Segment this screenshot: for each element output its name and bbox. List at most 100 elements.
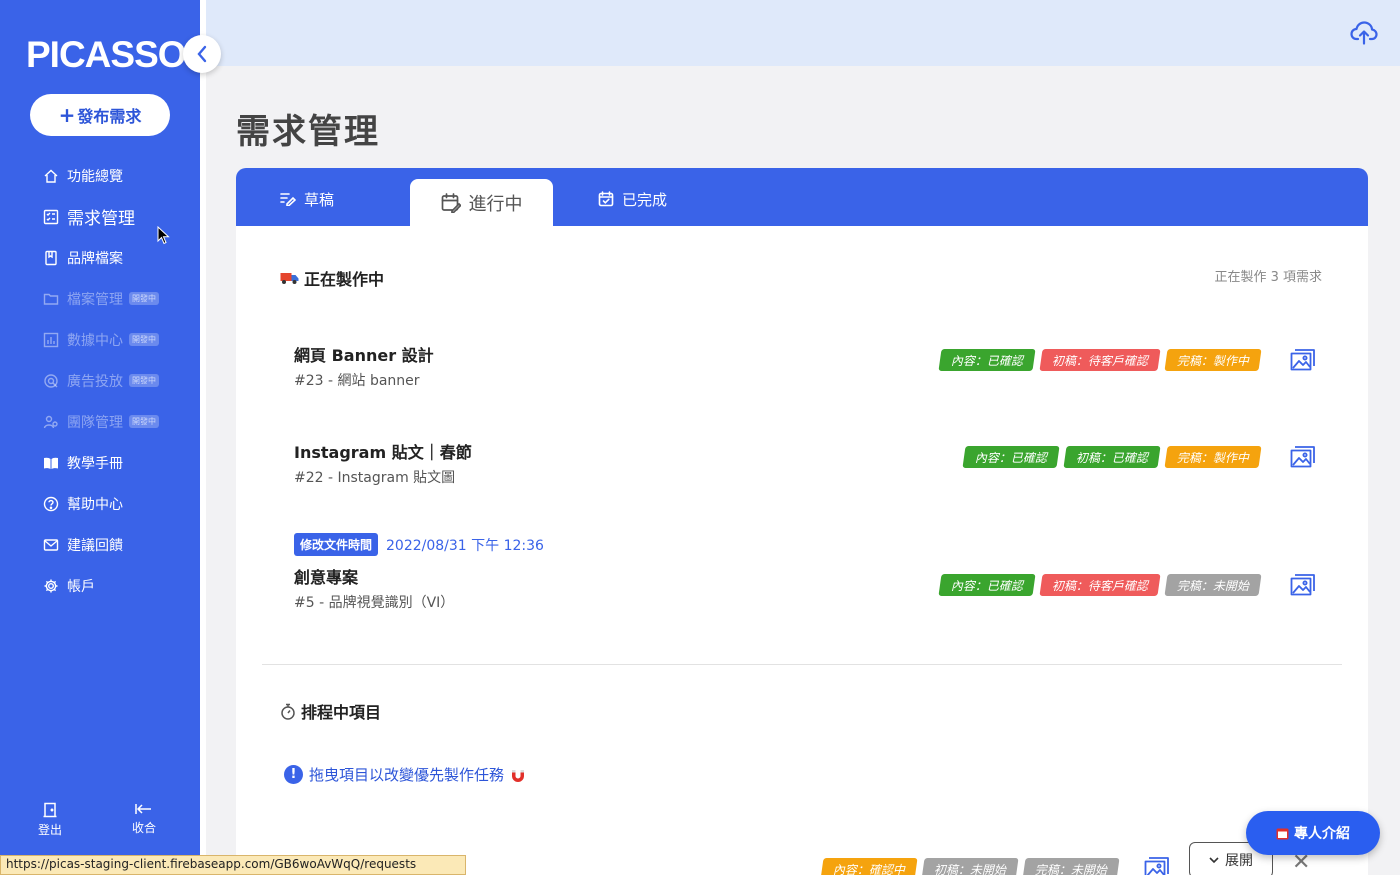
dev-badge: 開發中 [129,415,159,428]
cloud-upload-icon[interactable] [1350,20,1378,46]
checklist-icon [42,208,59,225]
collapse-sidebar-button[interactable]: 收合 [132,802,156,836]
dev-badge: 開發中 [129,292,159,305]
top-bar [206,0,1400,66]
sidebar-item-brand[interactable]: 品牌檔案 [0,237,200,278]
status-badge: 內容：已確認 [938,574,1036,596]
tab-in-progress[interactable]: 進行中 [410,179,553,226]
status-tags: 內容：已確認 初稿：待客戶確認 完稿：未開始 [938,574,1262,596]
section-title-text: 正在製作中 [304,270,385,289]
calendar-edit-icon [441,192,461,213]
status-badge: 完稿：製作中 [1164,349,1262,371]
sidebar-item-label: 團隊管理 [67,414,123,431]
sidebar-item-label: 帳戶 [67,578,95,595]
sidebar-item-data: 數據中心 開發中 [0,319,200,360]
chart-icon [42,331,59,348]
tab-bar: 草稿 進行中 已完成 [236,168,1368,226]
status-badge: 內容：已確認 [962,446,1060,468]
sidebar-nav: 功能總覽 需求管理 品牌檔案 檔案管理 開發中 數據中心 開發中 廣告投放 開發… [0,155,200,606]
publish-label: 發布需求 [77,107,142,126]
status-tags: 內容：已確認 初稿：待客戶確認 完稿：製作中 [938,349,1262,371]
sidebar-item-ads: 廣告投放 開發中 [0,360,200,401]
help-icon [42,495,59,512]
team-icon [42,413,59,430]
status-badge: 內容：已確認 [938,349,1036,371]
requests-panel: 草稿 進行中 已完成 正在製作中 正在製作 3 項需求 網頁 Banner 設計… [236,168,1368,875]
expand-label: 展開 [1225,853,1253,869]
page-title: 需求管理 [236,112,380,152]
sidebar-item-label: 功能總覽 [67,168,123,185]
sidebar-item-label: 廣告投放 [67,373,123,390]
sidebar-item-label: 教學手冊 [67,455,123,472]
chevron-left-icon [197,45,207,63]
status-badge: 初稿：未開始 [921,858,1019,875]
dev-badge: 開發中 [129,374,159,387]
sidebar-toggle-button[interactable] [183,35,221,73]
sidebar-item-overview[interactable]: 功能總覽 [0,155,200,196]
status-badge: 內容：確認中 [820,858,918,875]
gallery-icon[interactable] [1290,445,1316,469]
sidebar-item-label: 幫助中心 [67,496,123,513]
magnet-icon [512,769,525,782]
logo: PICASSO [26,34,187,75]
arrow-left-icon [135,804,151,814]
status-tags: 內容：確認中 初稿：未開始 完稿：未開始 [820,858,1120,875]
modified-info: 修改文件時間 2022/08/31 下午 12:36 [294,533,1324,556]
drag-hint-text: 拖曳項目以改變優先製作任務 [309,766,505,784]
status-bar-url: https://picas-staging-client.firebaseapp… [0,855,466,875]
collapse-label: 收合 [132,821,157,835]
request-subtitle: #23 - 網站 banner [294,373,420,389]
section-title-text: 排程中項目 [301,703,382,722]
book-icon [42,249,59,266]
tab-label: 已完成 [622,190,668,209]
status-badge: 完稿：製作中 [1164,446,1262,468]
logout-label: 登出 [38,823,63,837]
info-icon: ! [284,765,303,784]
sidebar-item-label: 建議回饋 [67,537,123,554]
status-badge: 初稿：待客戶確認 [1039,349,1161,371]
sidebar-item-label: 檔案管理 [67,291,123,308]
sidebar-item-tutorial[interactable]: 教學手冊 [0,442,200,483]
open-book-icon [42,454,59,471]
status-tags: 內容：已確認 初稿：已確認 完稿：製作中 [962,446,1262,468]
gear-icon [42,577,59,594]
status-badge: 完稿：未開始 [1022,858,1120,875]
status-badge: 初稿：已確認 [1063,446,1161,468]
sidebar-item-help[interactable]: 幫助中心 [0,483,200,524]
publish-request-button[interactable]: + 發布需求 [30,94,170,136]
sidebar: PICASSO + 發布需求 功能總覽 需求管理 品牌檔案 檔案管理 開發中 數… [0,0,200,875]
target-icon [42,372,59,389]
edit-lines-icon [280,193,296,206]
drag-hint: ! 拖曳項目以改變優先製作任務 [284,764,526,785]
calendar-check-icon [598,191,614,207]
section-title-scheduled: 排程中項目 [280,699,381,723]
gallery-icon[interactable] [1290,348,1316,372]
tab-completed[interactable]: 已完成 [598,181,667,217]
modified-time: 2022/08/31 下午 12:36 [386,537,544,554]
sidebar-divider [200,0,206,875]
chevron-down-icon [1209,856,1219,863]
request-item[interactable]: 修改文件時間 2022/08/31 下午 12:36 創意專案 #5 - 品牌視… [294,533,1324,612]
calendar-icon [1276,828,1289,839]
tab-label: 進行中 [468,193,523,215]
door-icon [43,802,57,818]
tab-drafts[interactable]: 草稿 [280,181,334,217]
sidebar-item-files: 檔案管理 開發中 [0,278,200,319]
in-progress-count: 正在製作 3 項需求 [1214,270,1322,285]
status-badge: 初稿：待客戶確認 [1039,574,1161,596]
stopwatch-icon [281,703,295,720]
request-subtitle: #22 - Instagram 貼文圖 [294,470,456,486]
gallery-icon[interactable] [1290,573,1316,597]
sidebar-item-requests[interactable]: 需求管理 [0,196,200,237]
sidebar-item-feedback[interactable]: 建議回饋 [0,524,200,565]
gallery-icon[interactable] [1144,856,1170,875]
mouse-cursor-icon [157,226,170,245]
mail-icon [42,536,59,553]
sidebar-item-account[interactable]: 帳戶 [0,565,200,606]
plus-icon: + [58,103,76,127]
sidebar-item-team: 團隊管理 開發中 [0,401,200,442]
consultant-intro-button[interactable]: 專人介紹 [1246,811,1380,855]
status-badge: 完稿：未開始 [1164,574,1262,596]
consultant-intro-label: 專人介紹 [1294,826,1350,842]
logout-button[interactable]: 登出 [38,802,62,838]
